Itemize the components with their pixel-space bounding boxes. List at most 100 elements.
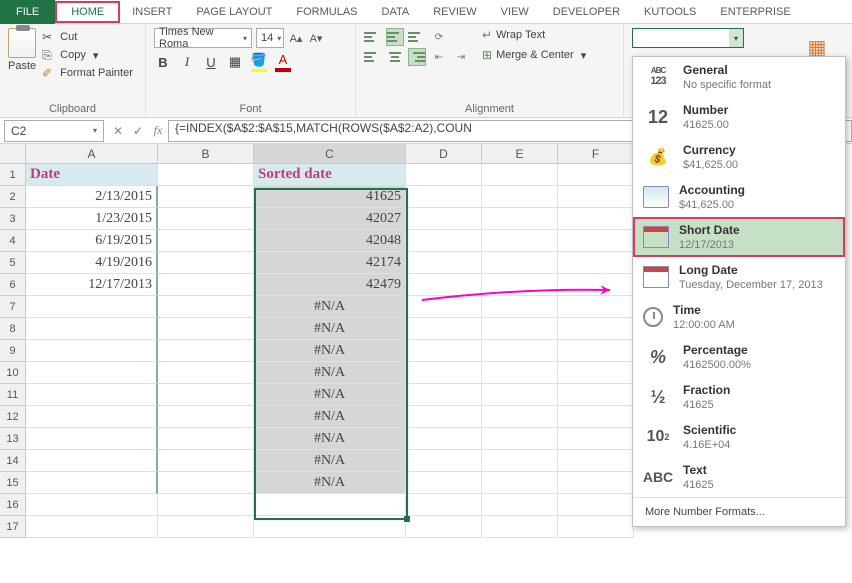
bold-button[interactable]: B bbox=[154, 52, 172, 72]
row-header-15[interactable]: 15 bbox=[0, 472, 26, 494]
format-option-number[interactable]: 12Number41625.00 bbox=[633, 97, 845, 137]
decrease-font-button[interactable]: A▾ bbox=[308, 28, 324, 48]
cell-A5[interactable]: 4/19/2016 bbox=[26, 252, 158, 274]
select-all-corner[interactable] bbox=[0, 144, 26, 164]
cell-A2[interactable]: 2/13/2015 bbox=[26, 186, 158, 208]
cell-F8[interactable] bbox=[558, 318, 634, 340]
decrease-indent-button[interactable]: ⇤ bbox=[430, 48, 448, 66]
cell-C14[interactable]: #N/A bbox=[254, 450, 406, 472]
cell-C17[interactable] bbox=[254, 516, 406, 538]
cell-A6[interactable]: 12/17/2013 bbox=[26, 274, 158, 296]
cell-C12[interactable]: #N/A bbox=[254, 406, 406, 428]
cell-F13[interactable] bbox=[558, 428, 634, 450]
format-option-percentage[interactable]: %Percentage4162500.00% bbox=[633, 337, 845, 377]
tab-developer[interactable]: DEVELOPER bbox=[541, 0, 632, 24]
tab-kutools[interactable]: KUTOOLS bbox=[632, 0, 708, 24]
cell-A9[interactable] bbox=[26, 340, 158, 362]
row-header-8[interactable]: 8 bbox=[0, 318, 26, 340]
cell-A11[interactable] bbox=[26, 384, 158, 406]
cell-C5[interactable]: 42174 bbox=[254, 252, 406, 274]
cell-E2[interactable] bbox=[482, 186, 558, 208]
cut-button[interactable]: Cut bbox=[42, 30, 77, 44]
tab-page-layout[interactable]: PAGE LAYOUT bbox=[184, 0, 284, 24]
cell-A15[interactable] bbox=[26, 472, 158, 494]
row-header-6[interactable]: 6 bbox=[0, 274, 26, 296]
cell-B5[interactable] bbox=[158, 252, 254, 274]
column-header-A[interactable]: A bbox=[26, 144, 158, 164]
cell-C13[interactable]: #N/A bbox=[254, 428, 406, 450]
cell-E1[interactable] bbox=[482, 164, 558, 186]
column-header-C[interactable]: C bbox=[254, 144, 406, 164]
row-header-12[interactable]: 12 bbox=[0, 406, 26, 428]
cell-B4[interactable] bbox=[158, 230, 254, 252]
format-option-text[interactable]: ABCText41625 bbox=[633, 457, 845, 497]
format-option-currency[interactable]: Currency$41,625.00 bbox=[633, 137, 845, 177]
cell-F2[interactable] bbox=[558, 186, 634, 208]
cell-E9[interactable] bbox=[482, 340, 558, 362]
align-center-button[interactable] bbox=[386, 48, 404, 66]
cell-D1[interactable] bbox=[406, 164, 482, 186]
name-box[interactable]: C2▾ bbox=[4, 120, 104, 142]
cell-C16[interactable] bbox=[254, 494, 406, 516]
borders-button[interactable]: ▦ bbox=[226, 52, 244, 72]
cell-B9[interactable] bbox=[158, 340, 254, 362]
cell-B16[interactable] bbox=[158, 494, 254, 516]
cell-B3[interactable] bbox=[158, 208, 254, 230]
font-size-combo[interactable]: 14▾ bbox=[256, 28, 284, 48]
row-header-5[interactable]: 5 bbox=[0, 252, 26, 274]
cell-D16[interactable] bbox=[406, 494, 482, 516]
cell-C15[interactable]: #N/A bbox=[254, 472, 406, 494]
cell-D2[interactable] bbox=[406, 186, 482, 208]
cell-F9[interactable] bbox=[558, 340, 634, 362]
cell-C11[interactable]: #N/A bbox=[254, 384, 406, 406]
cell-D15[interactable] bbox=[406, 472, 482, 494]
cell-B10[interactable] bbox=[158, 362, 254, 384]
number-format-combo[interactable]: ▾ bbox=[632, 28, 744, 48]
cell-E6[interactable] bbox=[482, 274, 558, 296]
row-header-17[interactable]: 17 bbox=[0, 516, 26, 538]
tab-review[interactable]: REVIEW bbox=[421, 0, 488, 24]
format-option-shortdate[interactable]: Short Date12/17/2013 bbox=[633, 217, 845, 257]
cell-B12[interactable] bbox=[158, 406, 254, 428]
cell-E4[interactable] bbox=[482, 230, 558, 252]
cell-B13[interactable] bbox=[158, 428, 254, 450]
cell-E8[interactable] bbox=[482, 318, 558, 340]
wrap-text-button[interactable]: Wrap Text bbox=[482, 28, 586, 42]
cell-F14[interactable] bbox=[558, 450, 634, 472]
cell-F4[interactable] bbox=[558, 230, 634, 252]
cell-A4[interactable]: 6/19/2015 bbox=[26, 230, 158, 252]
cell-D10[interactable] bbox=[406, 362, 482, 384]
paste-button[interactable]: Paste bbox=[8, 60, 36, 72]
font-name-combo[interactable]: Times New Roma▾ bbox=[154, 28, 252, 48]
cell-A1[interactable]: Date bbox=[26, 164, 158, 186]
cell-A12[interactable] bbox=[26, 406, 158, 428]
cell-E14[interactable] bbox=[482, 450, 558, 472]
cell-C2[interactable]: 41625 bbox=[254, 186, 406, 208]
cell-C9[interactable]: #N/A bbox=[254, 340, 406, 362]
cell-D12[interactable] bbox=[406, 406, 482, 428]
cell-A16[interactable] bbox=[26, 494, 158, 516]
row-header-14[interactable]: 14 bbox=[0, 450, 26, 472]
cell-F3[interactable] bbox=[558, 208, 634, 230]
align-bottom-button[interactable] bbox=[408, 28, 426, 46]
row-header-1[interactable]: 1 bbox=[0, 164, 26, 186]
cell-E17[interactable] bbox=[482, 516, 558, 538]
tab-enterprise[interactable]: ENTERPRISE bbox=[708, 0, 802, 24]
cell-D6[interactable] bbox=[406, 274, 482, 296]
format-option-accounting[interactable]: Accounting$41,625.00 bbox=[633, 177, 845, 217]
cell-B2[interactable] bbox=[158, 186, 254, 208]
column-header-D[interactable]: D bbox=[406, 144, 482, 164]
fill-color-button[interactable]: 🪣 bbox=[250, 52, 268, 72]
cell-E13[interactable] bbox=[482, 428, 558, 450]
cell-E15[interactable] bbox=[482, 472, 558, 494]
increase-indent-button[interactable]: ⇥ bbox=[452, 48, 470, 66]
italic-button[interactable]: I bbox=[178, 52, 196, 72]
cell-E7[interactable] bbox=[482, 296, 558, 318]
cell-F12[interactable] bbox=[558, 406, 634, 428]
cell-B1[interactable] bbox=[158, 164, 254, 186]
cell-D8[interactable] bbox=[406, 318, 482, 340]
format-option-general[interactable]: ABC123GeneralNo specific format bbox=[633, 57, 845, 97]
cell-D3[interactable] bbox=[406, 208, 482, 230]
cell-B14[interactable] bbox=[158, 450, 254, 472]
cell-F17[interactable] bbox=[558, 516, 634, 538]
